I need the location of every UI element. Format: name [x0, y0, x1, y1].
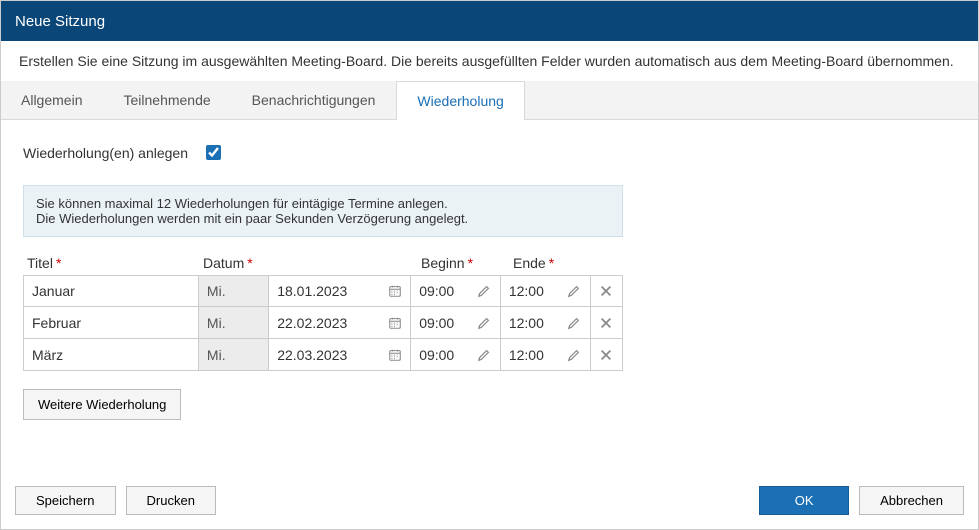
titlebar: Neue Sitzung — [1, 1, 978, 41]
tab-teilnehmende[interactable]: Teilnehmende — [103, 81, 231, 119]
calendar-icon[interactable] — [387, 315, 402, 330]
edit-icon[interactable] — [567, 284, 582, 299]
end-cell[interactable]: 12:00 — [501, 276, 591, 306]
tab-content: Wiederholung(en) anlegen Sie können maxi… — [1, 120, 978, 476]
col-begin: Beginn* — [421, 255, 513, 271]
tab-allgemein[interactable]: Allgemein — [1, 81, 103, 119]
col-date: Datum* — [203, 255, 421, 271]
day-cell: Mi. — [199, 339, 269, 370]
begin-cell[interactable]: 09:00 — [411, 339, 501, 370]
date-cell[interactable]: 22.02.2023 — [269, 307, 411, 338]
info-box: Sie können maximal 12 Wiederholungen für… — [23, 185, 623, 237]
required-marker: * — [468, 255, 473, 271]
required-marker: * — [549, 255, 554, 271]
footer-left: Speichern Drucken — [15, 486, 216, 515]
footer-right: OK Abbrechen — [759, 486, 964, 515]
calendar-icon[interactable] — [387, 284, 402, 299]
date-cell[interactable]: 18.01.2023 — [269, 276, 411, 306]
title-cell[interactable]: Februar — [24, 307, 199, 338]
title-cell[interactable]: März — [24, 339, 199, 370]
edit-icon[interactable] — [477, 284, 492, 299]
table-header: Titel* Datum* Beginn* Ende* — [23, 251, 623, 275]
print-button[interactable]: Drucken — [126, 486, 216, 515]
begin-cell[interactable]: 09:00 — [411, 276, 501, 306]
remove-cell — [591, 339, 623, 370]
dialog-description: Erstellen Sie eine Sitzung im ausgewählt… — [1, 41, 978, 81]
repeat-checkbox[interactable] — [206, 145, 221, 160]
ok-button[interactable]: OK — [759, 486, 849, 515]
remove-icon[interactable] — [599, 284, 614, 299]
col-end: Ende* — [513, 255, 605, 271]
save-button[interactable]: Speichern — [15, 486, 116, 515]
dialog: Neue Sitzung Erstellen Sie eine Sitzung … — [0, 0, 979, 530]
repeat-table: Titel* Datum* Beginn* Ende* JanuarMi.18.… — [23, 251, 623, 371]
add-repeat-button[interactable]: Weitere Wiederholung — [23, 389, 181, 420]
dialog-title: Neue Sitzung — [15, 13, 105, 30]
col-title: Titel* — [23, 255, 203, 271]
repeat-checkbox-label: Wiederholung(en) anlegen — [23, 145, 188, 161]
close-icon[interactable] — [956, 7, 964, 36]
remove-icon[interactable] — [599, 315, 614, 330]
cancel-button[interactable]: Abbrechen — [859, 486, 964, 515]
end-cell[interactable]: 12:00 — [501, 339, 591, 370]
edit-icon[interactable] — [477, 347, 492, 362]
required-marker: * — [56, 255, 61, 271]
day-cell: Mi. — [199, 276, 269, 306]
info-line-2: Die Wiederholungen werden mit ein paar S… — [36, 211, 610, 226]
info-line-1: Sie können maximal 12 Wiederholungen für… — [36, 196, 610, 211]
begin-cell[interactable]: 09:00 — [411, 307, 501, 338]
date-cell[interactable]: 22.03.2023 — [269, 339, 411, 370]
table-row: MärzMi.22.03.202309:0012:00 — [23, 339, 623, 371]
edit-icon[interactable] — [567, 347, 582, 362]
remove-cell — [591, 307, 623, 338]
repeat-checkbox-row: Wiederholung(en) anlegen — [23, 142, 956, 163]
table-row: FebruarMi.22.02.202309:0012:00 — [23, 307, 623, 339]
edit-icon[interactable] — [477, 315, 492, 330]
remove-cell — [591, 276, 623, 306]
end-cell[interactable]: 12:00 — [501, 307, 591, 338]
table-row: JanuarMi.18.01.202309:0012:00 — [23, 275, 623, 307]
tab-wiederholung[interactable]: Wiederholung — [396, 81, 524, 120]
dialog-footer: Speichern Drucken OK Abbrechen — [1, 476, 978, 529]
remove-icon[interactable] — [599, 347, 614, 362]
required-marker: * — [247, 255, 252, 271]
tabs: Allgemein Teilnehmende Benachrichtigunge… — [1, 81, 978, 120]
calendar-icon[interactable] — [387, 347, 402, 362]
tab-benachrichtigungen[interactable]: Benachrichtigungen — [232, 81, 397, 119]
title-cell[interactable]: Januar — [24, 276, 199, 306]
edit-icon[interactable] — [567, 315, 582, 330]
day-cell: Mi. — [199, 307, 269, 338]
